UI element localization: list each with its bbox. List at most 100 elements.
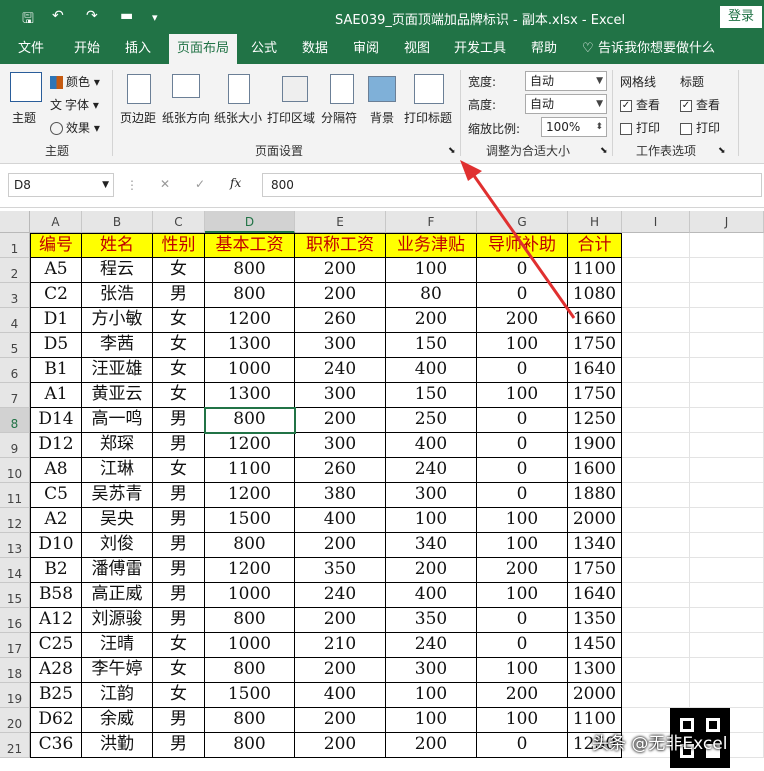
table-cell[interactable]: 1100 — [568, 258, 622, 283]
column-header-b[interactable]: B — [82, 211, 153, 233]
empty-cell[interactable] — [622, 283, 690, 308]
table-cell[interactable]: 1000 — [205, 633, 295, 658]
fonts-button[interactable]: 文字体 ▾ — [50, 96, 99, 113]
table-cell[interactable]: 400 — [295, 683, 386, 708]
table-cell[interactable]: 刘源骏 — [82, 608, 153, 633]
table-cell[interactable]: D1 — [30, 308, 82, 333]
table-cell[interactable]: 260 — [295, 308, 386, 333]
row-header-7[interactable]: 7 — [0, 383, 30, 408]
table-cell[interactable]: 100 — [386, 258, 477, 283]
table-cell[interactable]: C25 — [30, 633, 82, 658]
table-cell[interactable]: 200 — [477, 558, 568, 583]
table-cell[interactable]: 1600 — [568, 458, 622, 483]
table-cell[interactable]: 男 — [153, 433, 205, 458]
table-cell[interactable]: 男 — [153, 708, 205, 733]
print-area-button[interactable]: 打印区域 — [267, 109, 315, 126]
table-cell[interactable]: 800 — [205, 408, 295, 433]
table-cell[interactable]: 200 — [386, 308, 477, 333]
table-cell[interactable]: 1450 — [568, 633, 622, 658]
table-cell[interactable]: 1340 — [568, 533, 622, 558]
headings-view-checkbox[interactable]: ✓ 查看 — [680, 96, 720, 113]
table-cell[interactable]: 0 — [477, 483, 568, 508]
table-cell[interactable]: 0 — [477, 433, 568, 458]
table-cell[interactable]: 男 — [153, 408, 205, 433]
tab-page-layout[interactable]: 页面布局 — [169, 34, 238, 64]
table-cell[interactable]: A28 — [30, 658, 82, 683]
table-cell[interactable]: 200 — [295, 533, 386, 558]
table-cell[interactable]: 80 — [386, 283, 477, 308]
row-header-14[interactable]: 14 — [0, 558, 30, 583]
page-setup-launcher-icon[interactable]: ⬊ — [448, 146, 456, 156]
table-cell[interactable]: 1900 — [568, 433, 622, 458]
tab-file[interactable]: 文件 — [18, 34, 44, 64]
tab-review[interactable]: 审阅 — [353, 34, 379, 64]
table-cell[interactable]: 高正威 — [82, 583, 153, 608]
scale-spinner[interactable]: 100% ⬍ — [541, 117, 607, 137]
table-cell[interactable]: 1500 — [205, 508, 295, 533]
undo-icon[interactable]: ↶ — [52, 8, 64, 24]
gridlines-print-checkbox[interactable]: 打印 — [620, 119, 660, 136]
row-header-3[interactable]: 3 — [0, 283, 30, 308]
table-cell[interactable]: A12 — [30, 608, 82, 633]
empty-cell[interactable] — [690, 558, 764, 583]
table-cell[interactable]: 100 — [386, 683, 477, 708]
table-cell[interactable]: 200 — [386, 558, 477, 583]
table-cell[interactable]: 方小敏 — [82, 308, 153, 333]
empty-cell[interactable] — [690, 583, 764, 608]
table-cell[interactable]: D14 — [30, 408, 82, 433]
table-cell[interactable]: 洪勤 — [82, 733, 153, 758]
tab-data[interactable]: 数据 — [302, 34, 328, 64]
empty-cell[interactable] — [622, 258, 690, 283]
row-header-16[interactable]: 16 — [0, 608, 30, 633]
column-header-e[interactable]: E — [295, 211, 386, 233]
table-cell[interactable]: B1 — [30, 358, 82, 383]
print-titles-button[interactable]: 打印标题 — [404, 109, 452, 126]
save-icon[interactable]: 🖫 — [22, 8, 34, 32]
table-cell[interactable]: 黄亚云 — [82, 383, 153, 408]
table-cell[interactable]: 250 — [386, 408, 477, 433]
cancel-icon[interactable]: ✕ — [160, 177, 170, 191]
table-cell[interactable]: 100 — [477, 708, 568, 733]
table-cell[interactable]: D12 — [30, 433, 82, 458]
table-cell[interactable]: 100 — [386, 508, 477, 533]
row-header-4[interactable]: 4 — [0, 308, 30, 333]
table-cell[interactable]: 江琳 — [82, 458, 153, 483]
table-cell[interactable]: 女 — [153, 333, 205, 358]
table-cell[interactable]: 1640 — [568, 358, 622, 383]
background-button[interactable]: 背景 — [370, 109, 394, 126]
header-cell[interactable]: 导师补助 — [477, 233, 568, 258]
theme-button[interactable]: 主题 — [12, 109, 36, 126]
table-cell[interactable]: 100 — [477, 333, 568, 358]
table-cell[interactable]: D62 — [30, 708, 82, 733]
empty-cell[interactable] — [690, 683, 764, 708]
table-cell[interactable]: 1000 — [205, 583, 295, 608]
empty-cell[interactable] — [622, 608, 690, 633]
table-cell[interactable]: 余威 — [82, 708, 153, 733]
table-cell[interactable]: 1200 — [205, 483, 295, 508]
table-cell[interactable]: 400 — [386, 583, 477, 608]
table-cell[interactable]: 张浩 — [82, 283, 153, 308]
table-cell[interactable]: D5 — [30, 333, 82, 358]
table-cell[interactable]: 240 — [295, 358, 386, 383]
empty-cell[interactable] — [622, 483, 690, 508]
table-cell[interactable]: 吴央 — [82, 508, 153, 533]
row-header-11[interactable]: 11 — [0, 483, 30, 508]
formula-input[interactable]: 800 — [262, 173, 762, 197]
table-cell[interactable]: 1000 — [205, 358, 295, 383]
height-select[interactable]: 自动 ▼ — [525, 94, 607, 114]
table-cell[interactable]: 400 — [295, 508, 386, 533]
table-cell[interactable]: 男 — [153, 733, 205, 758]
customize-icon[interactable]: ▾ — [152, 11, 158, 24]
table-cell[interactable]: 150 — [386, 383, 477, 408]
table-cell[interactable]: 0 — [477, 358, 568, 383]
scale-launcher-icon[interactable]: ⬊ — [600, 146, 608, 156]
table-cell[interactable]: 200 — [295, 283, 386, 308]
row-header-18[interactable]: 18 — [0, 658, 30, 683]
header-cell[interactable]: 业务津贴 — [386, 233, 477, 258]
row-header-9[interactable]: 9 — [0, 433, 30, 458]
orientation-button[interactable]: 纸张方向 — [162, 109, 210, 126]
table-cell[interactable]: 李午婷 — [82, 658, 153, 683]
table-cell[interactable]: 210 — [295, 633, 386, 658]
tab-developer[interactable]: 开发工具 — [454, 34, 506, 64]
table-cell[interactable]: 240 — [295, 583, 386, 608]
